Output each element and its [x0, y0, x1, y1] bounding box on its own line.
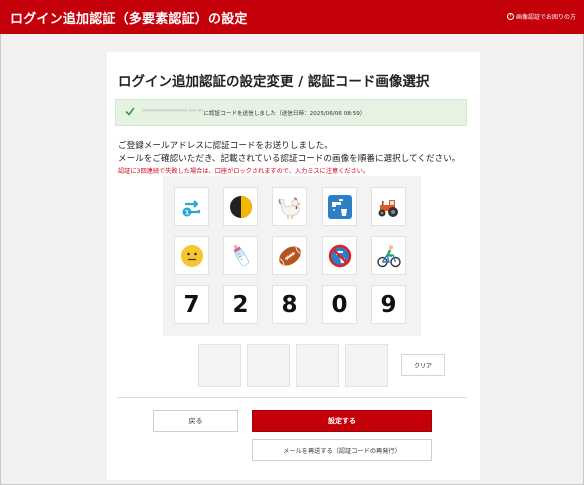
selected-slot-4[interactable] [345, 344, 388, 387]
notice-sent-text: に認証コードを送信しました（送信日時：2025/06/06 08:59） [203, 111, 366, 117]
choice-half-moon[interactable] [223, 187, 258, 226]
selected-slot-2[interactable] [247, 344, 290, 387]
digit-label: 0 [331, 291, 348, 318]
digit-label: 7 [183, 291, 200, 318]
choice-water-faucet[interactable] [322, 187, 357, 226]
baby-bottle-icon [232, 244, 249, 266]
water-faucet-icon [327, 194, 352, 219]
smiley-face-icon [180, 244, 203, 267]
back-button[interactable]: 戻る [153, 410, 238, 432]
help-link[interactable]: ? 画像認証でお困りの方 [506, 12, 576, 21]
cyclist-icon [376, 244, 401, 267]
rooster-icon [278, 196, 301, 219]
instruction-line-2: メールをご確認いただき、記載されている認証コードの画像を順番に選択してください。 [118, 154, 461, 164]
choice-digit-8[interactable]: 8 [272, 285, 307, 324]
choice-tractor[interactable] [371, 187, 406, 226]
choice-digit-9[interactable]: 9 [371, 285, 406, 324]
choice-smiley-face[interactable] [174, 236, 209, 275]
digit-label: 2 [232, 291, 249, 318]
choice-cyclist[interactable] [371, 236, 406, 275]
check-icon [125, 107, 135, 116]
football-icon [278, 245, 301, 266]
selected-slot-1[interactable] [198, 344, 241, 387]
selected-slot-3[interactable] [296, 344, 339, 387]
help-link-label: 画像認証でお困りの方 [515, 14, 576, 21]
choice-baby-bottle[interactable] [223, 236, 258, 275]
choice-repeat-one[interactable]: 1 [174, 187, 209, 226]
half-moon-icon [229, 195, 252, 218]
instructions: ご登録メールアドレスに認証コードをお送りしました。 メールをご確認いただき、記載… [118, 140, 460, 166]
choice-digit-2[interactable]: 2 [223, 285, 258, 324]
choice-digit-0[interactable]: 0 [322, 285, 357, 324]
notice-message: ******************.***.** に認証コードを送信しました（… [142, 109, 365, 117]
svg-text:1: 1 [184, 208, 189, 216]
digit-label: 9 [380, 291, 397, 318]
choice-football[interactable] [272, 236, 307, 275]
page-title: ログイン追加認証の設定変更 / 認証コード画像選択 [118, 74, 430, 90]
question-circle-icon: ? [506, 13, 514, 20]
no-drinking-water-icon [328, 244, 351, 267]
resend-email-button[interactable]: メールを再送する（認証コードの再発行） [252, 439, 432, 461]
choice-rooster[interactable] [272, 187, 307, 226]
choice-no-drinking-water[interactable] [322, 236, 357, 275]
divider [117, 397, 467, 398]
tractor-icon [378, 199, 398, 217]
masked-email: ******************.***.** [142, 109, 203, 115]
app-title: ログイン追加認証（多要素認証）の設定 [10, 12, 248, 27]
lockout-warning: 認証に3回連続で失敗した場合は、口座がロックされますので、入力ミスに注意ください… [118, 168, 370, 175]
instruction-line-1: ご登録メールアドレスに認証コードをお送りしました。 [118, 141, 333, 151]
choice-digit-7[interactable]: 7 [174, 285, 209, 324]
submit-button[interactable]: 設定する [252, 410, 432, 432]
sent-notice: ******************.***.** に認証コードを送信しました（… [115, 99, 467, 126]
repeat-one-icon: 1 [179, 194, 204, 219]
clear-button[interactable]: クリア [401, 354, 445, 376]
digit-label: 8 [281, 291, 298, 318]
top-bar: ログイン追加認証（多要素認証）の設定 ? 画像認証でお困りの方 [0, 0, 584, 34]
